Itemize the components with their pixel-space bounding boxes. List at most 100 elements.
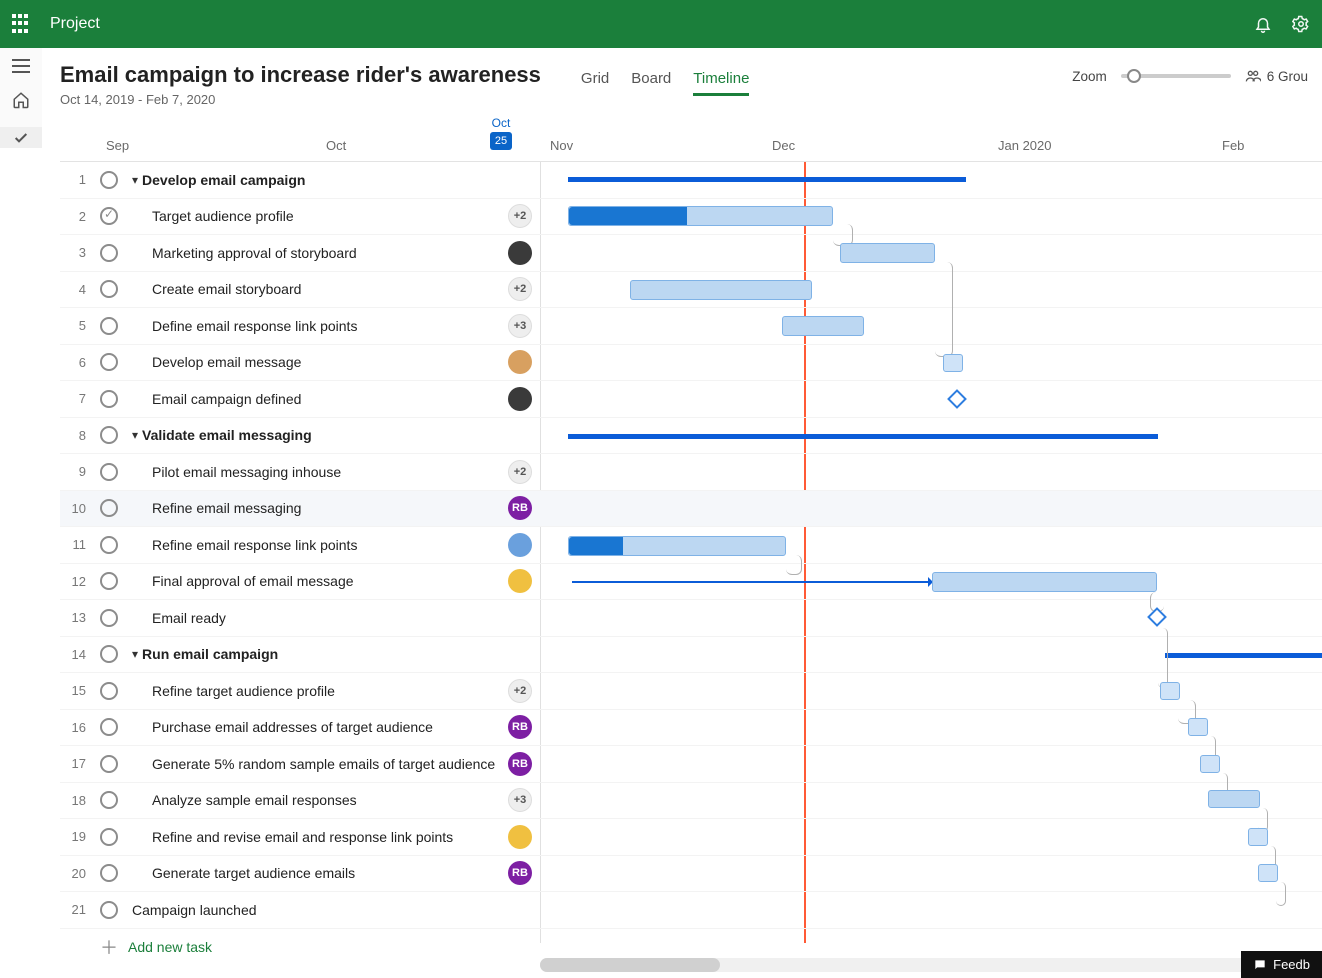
complete-toggle[interactable] (100, 901, 118, 919)
tab-timeline[interactable]: Timeline (693, 70, 749, 96)
settings-icon[interactable] (1292, 15, 1310, 33)
collapse-icon[interactable]: ▾ (132, 173, 138, 187)
task-row[interactable]: 15Refine target audience profile+2 (60, 673, 1322, 710)
task-name: Final approval of email message (152, 573, 354, 589)
complete-toggle[interactable] (100, 207, 118, 225)
row-number: 2 (60, 209, 90, 224)
row-number: 12 (60, 574, 90, 589)
task-row[interactable]: 4Create email storyboard+2 (60, 272, 1322, 309)
assignee-avatar[interactable] (508, 350, 532, 374)
assignee-avatar[interactable] (508, 387, 532, 411)
task-row[interactable]: 7 Email campaign defined (60, 381, 1322, 418)
assignee-avatar[interactable]: RB (508, 752, 532, 776)
feedback-button[interactable]: Feedb (1241, 951, 1322, 978)
row-number: 17 (60, 756, 90, 771)
complete-toggle[interactable] (100, 572, 118, 590)
task-name: Email ready (152, 610, 226, 626)
month-feb: Feb (1222, 138, 1244, 153)
complete-toggle[interactable] (100, 609, 118, 627)
row-number: 18 (60, 793, 90, 808)
complete-toggle[interactable] (100, 718, 118, 736)
assignee-avatar[interactable]: +2 (508, 204, 532, 228)
task-row[interactable]: 16Purchase email addresses of target aud… (60, 710, 1322, 747)
zoom-slider[interactable] (1121, 74, 1231, 78)
month-jan: Jan 2020 (998, 138, 1052, 153)
task-row[interactable]: 20Generate target audience emailsRB (60, 856, 1322, 893)
complete-toggle[interactable] (100, 171, 118, 189)
task-row[interactable]: 9Pilot email messaging inhouse+2 (60, 454, 1322, 491)
complete-toggle[interactable] (100, 791, 118, 809)
complete-toggle[interactable] (100, 280, 118, 298)
task-row[interactable]: 10Refine email messagingRB (60, 491, 1322, 528)
collapse-icon[interactable]: ▾ (132, 428, 138, 442)
complete-toggle[interactable] (100, 755, 118, 773)
task-row[interactable]: 18Analyze sample email responses+3 (60, 783, 1322, 820)
complete-toggle[interactable] (100, 426, 118, 444)
task-row[interactable]: 11Refine email response link points (60, 527, 1322, 564)
task-name: Refine email response link points (152, 537, 357, 553)
complete-toggle[interactable] (100, 828, 118, 846)
group-people-button[interactable]: 6 Grou (1245, 68, 1308, 84)
collapse-icon[interactable]: ▾ (132, 647, 138, 661)
complete-toggle[interactable] (100, 317, 118, 335)
row-number: 13 (60, 610, 90, 625)
nav-menu-icon[interactable] (9, 58, 33, 73)
row-number: 7 (60, 391, 90, 406)
task-row[interactable]: 1▾Develop email campaign (60, 162, 1322, 199)
task-row[interactable]: 21Campaign launched (60, 892, 1322, 929)
row-number: 5 (60, 318, 90, 333)
task-name: Generate target audience emails (152, 865, 355, 881)
assignee-avatar[interactable] (508, 241, 532, 265)
horizontal-scrollbar[interactable] (540, 958, 1292, 972)
task-name: Email campaign defined (152, 391, 301, 407)
assignee-avatar[interactable] (508, 533, 532, 557)
task-row[interactable]: 13 Email ready (60, 600, 1322, 637)
plus-icon: ＋ (100, 934, 118, 960)
assignee-avatar[interactable]: +2 (508, 679, 532, 703)
assignee-avatar[interactable]: +2 (508, 277, 532, 301)
task-row[interactable]: 2Target audience profile+2 (60, 199, 1322, 236)
complete-toggle[interactable] (100, 499, 118, 517)
task-row[interactable]: 8▾Validate email messaging (60, 418, 1322, 455)
task-name: Validate email messaging (142, 427, 312, 443)
date-marker[interactable]: Oct 25 (490, 116, 512, 150)
task-row[interactable]: 14▾Run email campaign (60, 637, 1322, 674)
assignee-avatar[interactable]: RB (508, 715, 532, 739)
complete-toggle[interactable] (100, 353, 118, 371)
tab-grid[interactable]: Grid (581, 70, 609, 96)
home-icon[interactable] (9, 91, 33, 109)
complete-toggle[interactable] (100, 645, 118, 663)
task-name: Purchase email addresses of target audie… (152, 719, 433, 735)
complete-toggle[interactable] (100, 463, 118, 481)
assignee-avatar[interactable]: +2 (508, 460, 532, 484)
task-row[interactable]: 17Generate 5% random sample emails of ta… (60, 746, 1322, 783)
complete-toggle[interactable] (100, 244, 118, 262)
notifications-icon[interactable] (1254, 15, 1272, 33)
assignee-avatar[interactable]: +3 (508, 314, 532, 338)
row-number: 14 (60, 647, 90, 662)
complete-toggle[interactable] (100, 390, 118, 408)
complete-toggle[interactable] (100, 682, 118, 700)
row-number: 1 (60, 172, 90, 187)
task-check-icon[interactable] (0, 127, 42, 148)
task-name: Refine email messaging (152, 500, 301, 516)
app-launcher-icon[interactable] (12, 14, 32, 34)
task-row[interactable]: 3Marketing approval of storyboard (60, 235, 1322, 272)
assignee-avatar[interactable] (508, 825, 532, 849)
assignee-avatar[interactable] (508, 569, 532, 593)
assignee-avatar[interactable]: +3 (508, 788, 532, 812)
task-row[interactable]: 5Define email response link points+3 (60, 308, 1322, 345)
complete-toggle[interactable] (100, 864, 118, 882)
timeline-header: Sep Oct Oct 25 Nov Dec Jan 2020 Feb (60, 114, 1322, 162)
task-name: Develop email message (152, 354, 301, 370)
assignee-avatar[interactable]: RB (508, 861, 532, 885)
complete-toggle[interactable] (100, 536, 118, 554)
task-row[interactable]: 19Refine and revise email and response l… (60, 819, 1322, 856)
task-row[interactable]: 12 Final approval of email message (60, 564, 1322, 601)
tab-board[interactable]: Board (631, 70, 671, 96)
assignee-avatar[interactable]: RB (508, 496, 532, 520)
task-grid: 1▾Develop email campaign2Target audience… (60, 162, 1322, 978)
project-title: Email campaign to increase rider's aware… (60, 62, 541, 88)
task-row[interactable]: 6Develop email message (60, 345, 1322, 382)
left-rail (0, 48, 42, 148)
